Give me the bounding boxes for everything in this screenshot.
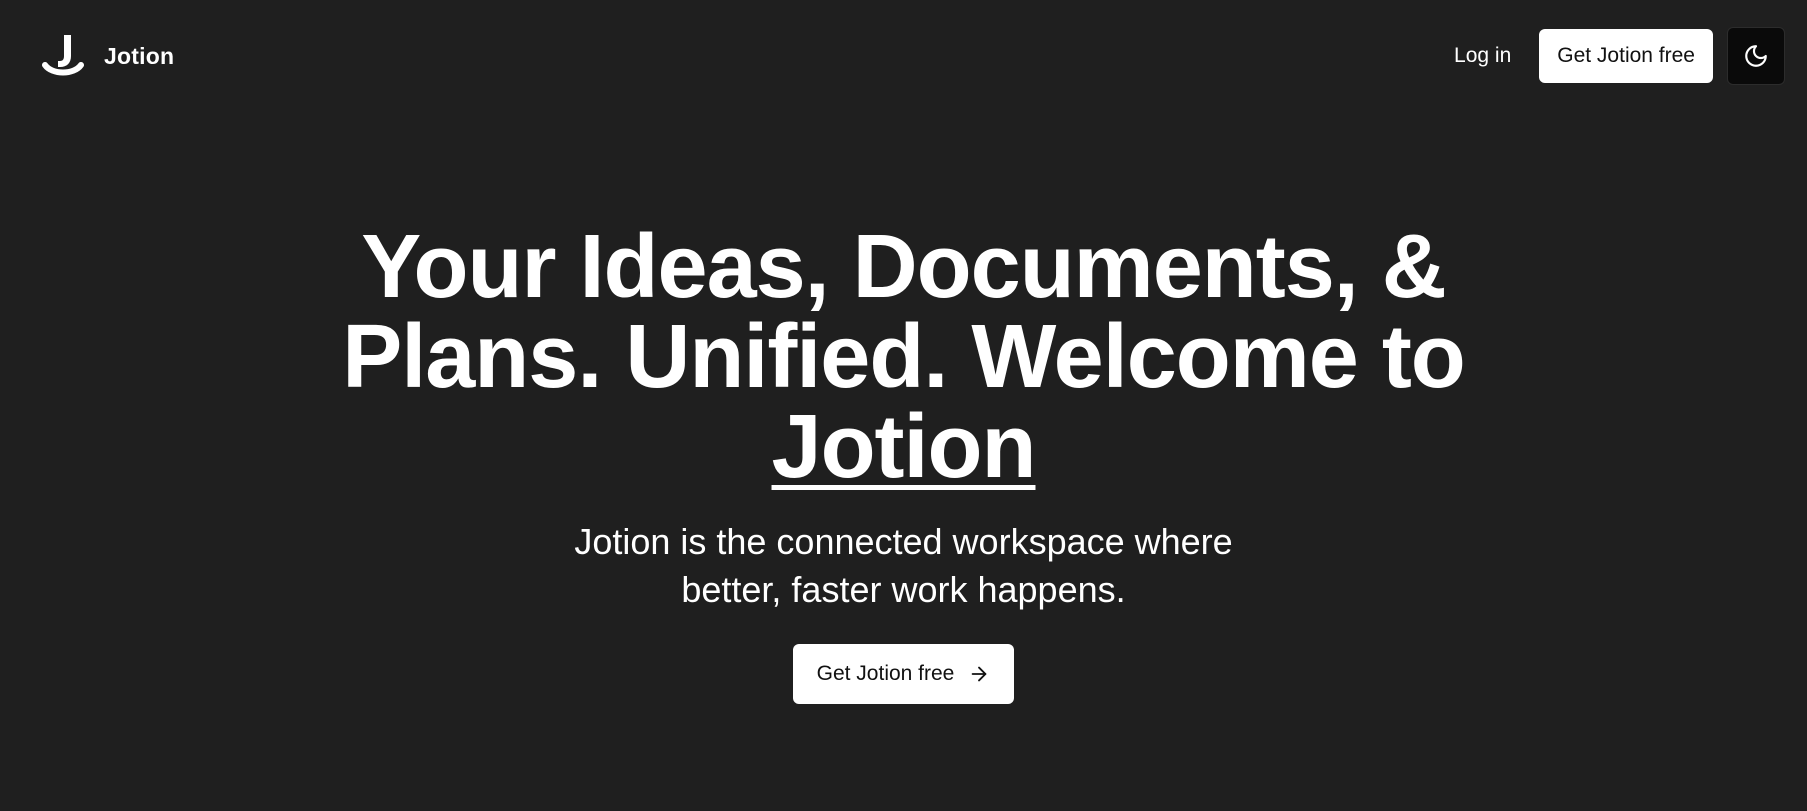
get-jotion-free-hero-button[interactable]: Get Jotion free — [792, 644, 1015, 704]
moon-icon — [1745, 45, 1767, 67]
hero-cta-label: Get Jotion free — [816, 662, 955, 685]
nav-actions: Log in Get Jotion free — [1438, 27, 1785, 85]
brand-name: Jotion — [104, 42, 175, 69]
hero-subtitle: Jotion is the connected workspace where … — [574, 521, 1233, 610]
navbar: Jotion Log in Get Jotion free — [0, 0, 1807, 112]
hero-title-brand: Jotion — [771, 397, 1037, 497]
arrow-right-icon — [972, 666, 987, 682]
brand-link[interactable]: Jotion — [42, 33, 174, 79]
hero-title: Your Ideas, Documents, & Plans. Unified.… — [304, 222, 1504, 492]
login-button[interactable]: Log in — [1438, 34, 1527, 78]
theme-toggle-button[interactable] — [1727, 27, 1785, 85]
jotion-logo-icon — [42, 35, 84, 76]
hero-section: Your Ideas, Documents, & Plans. Unified.… — [0, 222, 1807, 704]
hero-title-text: Your Ideas, Documents, & Plans. Unified.… — [342, 217, 1466, 407]
get-jotion-free-nav-button[interactable]: Get Jotion free — [1539, 29, 1713, 83]
